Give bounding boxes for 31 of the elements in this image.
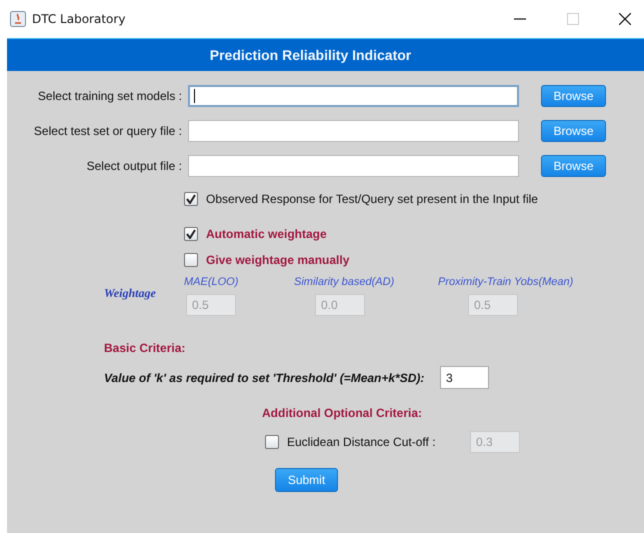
browse-button[interactable]: Browse [541, 85, 606, 107]
checkbox[interactable] [184, 192, 198, 206]
checkbox[interactable] [184, 253, 198, 267]
checkbox[interactable] [184, 227, 198, 241]
header-title: Prediction Reliability Indicator [210, 47, 412, 63]
browse-button[interactable]: Browse [541, 120, 606, 142]
column-label: MAE(LOO) [184, 276, 240, 290]
field-label: Select output file : [86, 159, 182, 173]
k-value-field[interactable]: 3 [440, 366, 489, 389]
option-label: Give weightage manually [206, 253, 350, 267]
section-heading: Basic Criteria: [104, 341, 186, 355]
field-label: Select training set models : [36, 89, 182, 103]
browse-button[interactable]: Browse [541, 155, 606, 177]
section-label: Weightage [104, 286, 157, 302]
file-path-field[interactable] [188, 155, 519, 177]
check-icon [186, 194, 196, 204]
window-title: DTC Laboratory [32, 12, 126, 26]
option-label: Automatic weightage [206, 227, 327, 241]
submit-button[interactable]: Submit [275, 468, 338, 492]
checkbox-label: Euclidean Distance Cut-off : [287, 435, 437, 449]
checkbox-label: Observed Response for Test/Query set present in the Input file [206, 192, 538, 206]
field-label: Select test set or query file : [32, 124, 182, 138]
file-path-field[interactable] [188, 85, 519, 107]
column-label: Proximity-Train Yobs(Mean) [438, 276, 574, 290]
close-icon[interactable] [619, 13, 631, 25]
java-cup-icon [10, 11, 26, 27]
column-label: Similarity based(AD) [294, 276, 396, 290]
section-heading: Additional Optional Criteria: [262, 406, 424, 420]
check-icon [186, 229, 196, 239]
field-label: Value of 'k' as required to set 'Threshold' (=Mean+k*SD): [104, 370, 426, 384]
file-path-field[interactable] [188, 120, 519, 142]
